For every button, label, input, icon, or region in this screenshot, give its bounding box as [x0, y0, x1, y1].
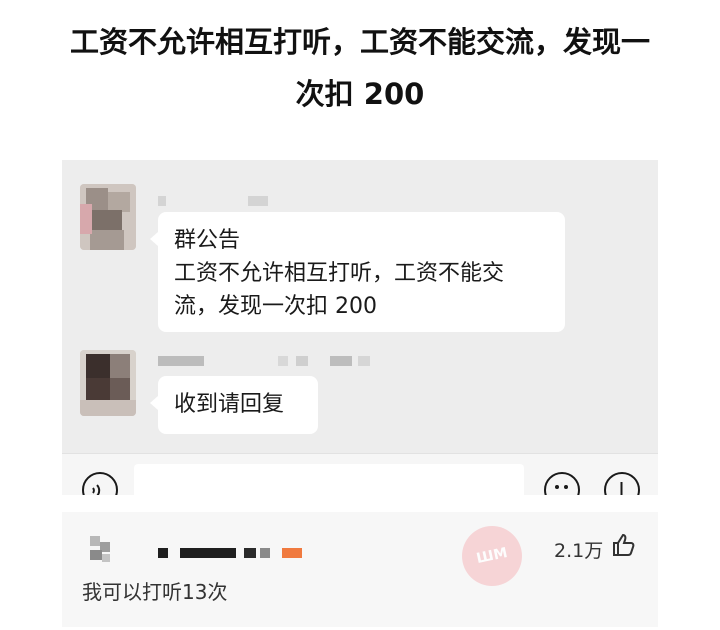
username-redacted — [158, 548, 168, 558]
username-redacted-block — [260, 548, 270, 558]
sender-name-redacted — [158, 356, 398, 366]
avatar — [80, 350, 136, 416]
avatar-pixel — [90, 550, 102, 560]
like-count: 2.1万 — [554, 540, 604, 562]
avatar — [90, 536, 100, 546]
sender-name-redacted — [158, 196, 278, 206]
comment-text: 我可以打听13次 — [82, 580, 228, 604]
avatar — [80, 184, 136, 250]
headline-line-1: 工资不允许相互打听，工资不能交流，发现一 — [69, 25, 650, 59]
thumbs-up-icon[interactable] — [610, 532, 636, 558]
comment-card: ШМ 2.1万 我可以打听13次 — [62, 512, 658, 627]
message-input[interactable] — [134, 464, 524, 495]
voice-icon[interactable] — [82, 472, 118, 495]
username-redacted-block — [180, 548, 236, 558]
announcement-bubble: 群公告 工资不允许相互打听，工资不能交 流，发现一次扣 200 — [150, 212, 565, 332]
announcement-body-2: 流，发现一次扣 200 — [174, 294, 377, 319]
avatar-pixel — [102, 554, 110, 562]
reply-bubble: 收到请回复 — [150, 376, 318, 434]
reply-text: 收到请回复 — [174, 392, 285, 417]
headline-line-2: 次扣 200 — [295, 77, 425, 111]
add-icon[interactable] — [604, 472, 640, 495]
post-headline: 工资不允许相互打听，工资不能交流，发现一 次扣 200 — [30, 16, 690, 120]
emoji-icon[interactable] — [544, 472, 580, 495]
chat-input-bar — [62, 453, 658, 495]
chat-screenshot: 群公告 工资不允许相互打听，工资不能交 流，发现一次扣 200 收到请回复 — [62, 160, 658, 495]
username-redacted-block — [282, 548, 302, 558]
username-redacted-block — [244, 548, 256, 558]
announcement-body-1: 工资不允许相互打听，工资不能交 — [174, 261, 505, 286]
announcement-title: 群公告 — [174, 228, 241, 253]
watermark-stamp: ШМ — [456, 520, 528, 592]
